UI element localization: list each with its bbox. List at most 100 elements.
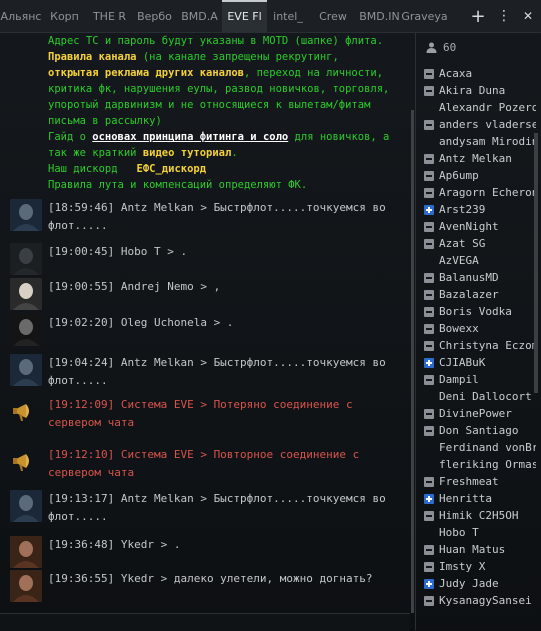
message-text: [19:36:55] Ykedr > далеко улетели, можно… <box>48 572 373 585</box>
member-scrollbar[interactable] <box>534 133 538 393</box>
member-name: Dampil <box>439 373 479 386</box>
member-item[interactable]: andysam Mirodin <box>424 133 536 150</box>
member-item[interactable]: Ferdinand vonBraun <box>424 439 536 456</box>
member-list: Acaxa Akira Duna Alexandr Pozerov anders vl… <box>424 65 536 609</box>
member-item[interactable]: KysanagySansei <box>424 592 536 609</box>
avatar[interactable] <box>10 490 42 522</box>
member-item[interactable]: Himik C2H5OH <box>424 507 536 524</box>
member-name: DivinePower <box>439 407 512 420</box>
tab-bmd-a[interactable]: BMD.A <box>177 0 222 32</box>
member-name: Don Santiago <box>439 424 519 437</box>
member-item[interactable]: Don Santiago <box>424 422 536 439</box>
video-tutorial-link[interactable]: видео туториал <box>143 147 232 159</box>
message-text: [19:36:48] Ykedr > . <box>48 538 181 551</box>
message-text: [19:00:45] Hobo T > . <box>48 245 188 258</box>
member-item[interactable]: Huan Matus <box>424 541 536 558</box>
standing-none-icon <box>424 443 434 453</box>
standing-none-icon <box>424 103 434 113</box>
discord-text: Наш дискорд <box>48 163 137 175</box>
member-name: Alexandr Pozerov <box>439 101 536 114</box>
member-item[interactable]: DivinePower <box>424 405 536 422</box>
member-item[interactable]: Akira Duna <box>424 82 536 99</box>
tab-crew[interactable]: Crew <box>309 0 357 32</box>
tab-intel[interactable]: intel_ <box>267 0 309 32</box>
member-name: Deni Dallocort <box>439 390 532 403</box>
member-item[interactable]: Henritta <box>424 490 536 507</box>
member-item[interactable]: Arst239 <box>424 201 536 218</box>
member-item[interactable]: AvenNight <box>424 218 536 235</box>
member-item[interactable]: Acaxa <box>424 65 536 82</box>
standing-neutral-icon <box>424 153 434 164</box>
channel-motd: Адрес ТС и пароль будут указаны в MOTD (… <box>48 33 393 193</box>
member-item[interactable]: CJIABuK <box>424 354 536 371</box>
avatar[interactable] <box>10 570 42 602</box>
member-item[interactable]: Azat SG <box>424 235 536 252</box>
member-item[interactable]: BalanusMD <box>424 269 536 286</box>
member-name: Bazalazer <box>439 288 499 301</box>
member-item[interactable]: Christyna Eczom <box>424 337 536 354</box>
tab-bmd-in[interactable]: BMD.IN <box>357 0 402 32</box>
members-icon <box>426 42 437 53</box>
tab-verbo[interactable]: Вербо <box>132 0 177 32</box>
member-item[interactable]: Bazalazer <box>424 286 536 303</box>
avatar[interactable] <box>10 354 42 386</box>
member-name: Akira Duna <box>439 84 506 97</box>
menu-button[interactable]: ⋮ <box>491 0 517 32</box>
tab-graveyard[interactable]: Graveya <box>402 0 447 32</box>
avatar[interactable] <box>10 243 42 275</box>
member-name: Acaxa <box>439 67 473 80</box>
rules-text: (на канале запрещены рекрутинг, <box>136 51 339 63</box>
guide-text: . <box>231 147 238 159</box>
standing-none-icon <box>424 528 434 538</box>
standing-neutral-icon <box>424 374 434 385</box>
member-item[interactable]: Bowexx <box>424 320 536 337</box>
standing-neutral-icon <box>424 425 434 436</box>
member-item[interactable]: fleriking Ormaster <box>424 456 536 473</box>
member-item[interactable]: Aragorn Echeron <box>424 184 536 201</box>
member-name: Boris Vodka <box>439 305 512 318</box>
member-list-panel: 60 Acaxa Akira Duna Alexandr Pozerov anders… <box>416 33 541 630</box>
chat-input-bar[interactable] <box>0 613 410 631</box>
member-item[interactable]: Deni Dallocort <box>424 388 536 405</box>
member-name: Himik C2H5OH <box>439 509 519 522</box>
tab-eve-fl[interactable]: EVE Fl <box>222 0 267 32</box>
member-name: Arst239 <box>439 203 486 216</box>
avatar[interactable] <box>10 278 42 310</box>
standing-neutral-icon <box>424 595 434 606</box>
member-item[interactable]: AzVEGA <box>424 252 536 269</box>
standing-none-icon <box>424 137 434 147</box>
member-name: Aragorn Echeron <box>439 186 536 199</box>
member-item[interactable]: Boris Vodka <box>424 303 536 320</box>
avatar[interactable] <box>10 199 42 231</box>
message-text: [19:13:17] Antz Melkan > Быстрфлот.....т… <box>48 492 386 523</box>
loot-rules-text: Правила лута и компенсаций определяют ФК… <box>48 179 308 191</box>
chat-scrollbar[interactable] <box>411 110 414 613</box>
standing-none-icon <box>424 392 434 402</box>
close-button[interactable]: ✕ <box>515 0 541 32</box>
member-item[interactable]: Antz Melkan <box>424 150 536 167</box>
channel-tab-bar: Альянс Корп THE R Вербо BMD.A EVE Fl int… <box>0 0 541 33</box>
member-name: Hobo T <box>439 526 479 539</box>
avatar[interactable] <box>10 536 42 568</box>
discord-link[interactable]: ЕФС_дискорд <box>137 163 207 175</box>
member-item[interactable]: Dampil <box>424 371 536 388</box>
member-item[interactable]: Freshmeat <box>424 473 536 490</box>
member-item[interactable]: Judy Jade <box>424 575 536 592</box>
member-item[interactable]: Hobo T <box>424 524 536 541</box>
message-text: [19:12:09] Система EVE > Потеряно соедин… <box>48 398 353 429</box>
member-item[interactable]: Imsty X <box>424 558 536 575</box>
member-item[interactable]: Alexandr Pozerov <box>424 99 536 116</box>
message-text: [19:00:55] Andrej Nemo > , <box>48 280 221 293</box>
standing-neutral-icon <box>424 289 434 300</box>
tab-alliance[interactable]: Альянс <box>0 0 42 32</box>
standing-neutral-icon <box>424 323 434 334</box>
guide-link[interactable]: основах принципа фитинга и соло <box>92 131 288 143</box>
tab-the-r[interactable]: THE R <box>87 0 132 32</box>
member-item[interactable]: Ap6ump <box>424 167 536 184</box>
member-name: anders vladersen <box>439 118 536 131</box>
add-tab-button[interactable]: + <box>465 0 491 32</box>
member-item[interactable]: anders vladersen <box>424 116 536 133</box>
avatar[interactable] <box>10 314 42 346</box>
standing-neutral-icon <box>424 85 434 96</box>
tab-corp[interactable]: Корп <box>42 0 87 32</box>
